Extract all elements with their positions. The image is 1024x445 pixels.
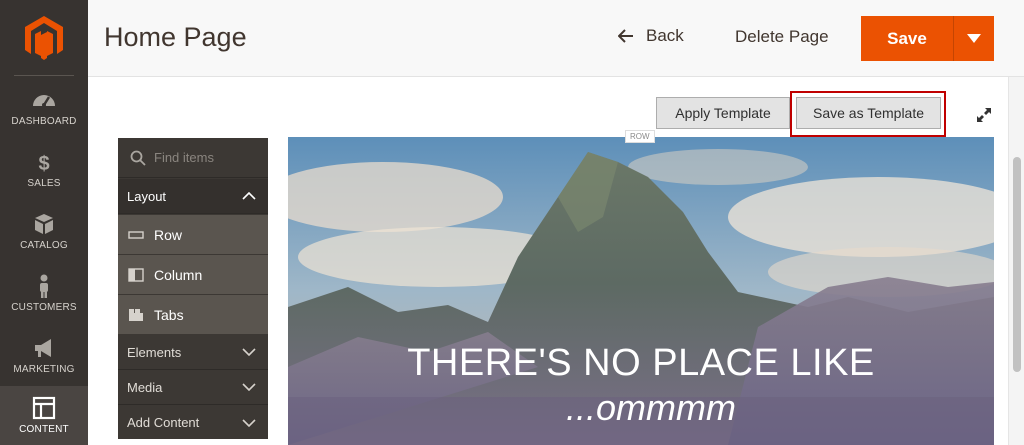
save-as-template-button[interactable]: Save as Template	[796, 97, 941, 129]
nav-item-catalog[interactable]: CATALOG	[0, 212, 88, 274]
person-icon	[40, 274, 48, 298]
nav-item-sales[interactable]: $ SALES	[0, 150, 88, 212]
tabs-icon	[129, 308, 143, 321]
group-label: Elements	[127, 344, 182, 360]
row-icon	[128, 230, 144, 239]
magento-logo[interactable]	[22, 14, 66, 62]
group-layout[interactable]: Layout	[118, 179, 268, 214]
layout-item-label: Column	[154, 266, 203, 283]
search-input[interactable]	[154, 150, 264, 165]
dashboard-icon	[33, 95, 55, 107]
banner-headline: THERE'S NO PLACE LIKE	[407, 342, 875, 384]
column-icon	[128, 267, 144, 282]
back-button[interactable]: Back	[618, 26, 684, 46]
nav-divider	[14, 75, 74, 76]
group-label: Layout	[127, 188, 167, 204]
nav-label: SALES	[27, 178, 61, 189]
nav-label: CATALOG	[20, 240, 68, 251]
group-label: Media	[127, 379, 163, 395]
row-label-tag: ROW	[625, 130, 655, 143]
nav-label: DASHBOARD	[11, 116, 77, 127]
stage-row[interactable]: THERE'S NO PLACE LIKE ...ommmm	[288, 137, 994, 445]
page-header: Home Page Back Delete Page Save	[88, 0, 1024, 77]
admin-sidebar: DASHBOARD $ SALES CATALOG CUSTOMERS MARK…	[0, 0, 88, 445]
save-split-button: Save	[861, 16, 994, 61]
back-label: Back	[646, 26, 684, 45]
svg-text:$: $	[38, 153, 49, 174]
megaphone-icon	[35, 339, 51, 357]
caret-down-icon	[967, 34, 981, 43]
box-icon	[35, 214, 53, 234]
fullscreen-icon[interactable]	[976, 107, 992, 123]
search-icon	[130, 150, 146, 166]
group-add-content[interactable]: Add Content	[118, 405, 268, 440]
layout-item-label: Row	[154, 226, 183, 243]
group-label: Add Content	[127, 415, 200, 430]
vertical-scrollbar[interactable]	[1008, 77, 1024, 445]
nav-item-customers[interactable]: CUSTOMERS	[0, 274, 88, 336]
nav-item-dashboard[interactable]: DASHBOARD	[0, 88, 88, 150]
layout-item-column[interactable]: Column	[118, 255, 268, 295]
nav-item-content[interactable]: CONTENT	[0, 386, 88, 445]
banner-subline: ...ommmm	[566, 387, 736, 428]
layout-item-tabs[interactable]: Tabs	[118, 295, 268, 335]
layout-item-label: Tabs	[154, 306, 184, 323]
chevron-down-icon	[242, 418, 256, 427]
chevron-down-icon	[242, 348, 256, 356]
arrow-left-icon	[618, 29, 633, 43]
dollar-icon: $	[38, 153, 49, 174]
nav-label: MARKETING	[13, 364, 75, 375]
delete-page-button[interactable]: Delete Page	[735, 27, 829, 47]
save-options-toggle[interactable]	[953, 16, 994, 61]
layout-icon	[32, 396, 56, 420]
save-button[interactable]: Save	[861, 16, 953, 61]
panel-search[interactable]	[118, 138, 268, 178]
layout-item-row[interactable]: Row	[118, 215, 268, 255]
content-panel: Layout Row Column Tabs	[118, 138, 268, 439]
group-elements[interactable]: Elements	[118, 335, 268, 370]
chevron-up-icon	[242, 192, 256, 200]
chevron-down-icon	[242, 383, 256, 391]
page-builder-area: Apply Template Save as Template Layout R…	[88, 77, 1008, 445]
group-media[interactable]: Media	[118, 370, 268, 405]
page-title: Home Page	[104, 22, 247, 52]
apply-template-button[interactable]: Apply Template	[656, 97, 790, 129]
scrollbar-thumb[interactable]	[1013, 157, 1021, 372]
nav-label: CONTENT	[19, 424, 69, 435]
nav-label: CUSTOMERS	[11, 302, 77, 313]
